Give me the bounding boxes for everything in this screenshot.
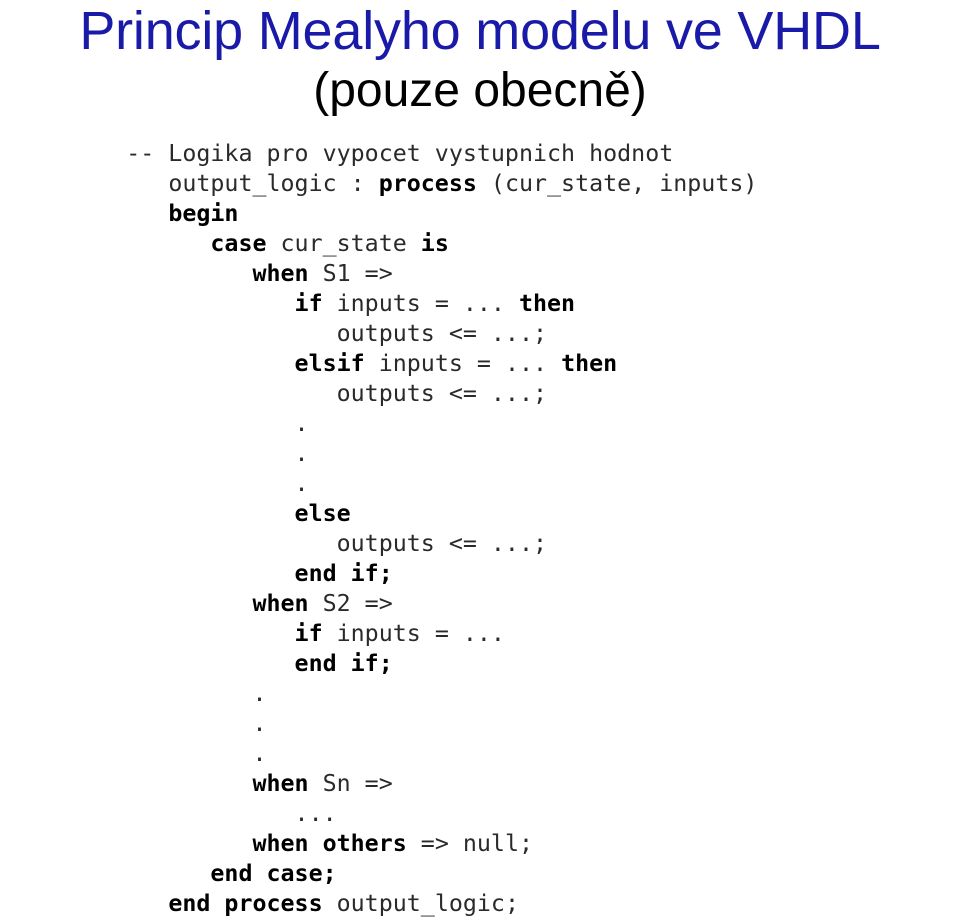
code-keyword: then <box>518 290 576 317</box>
code-line: outputs <= ...; <box>0 319 960 349</box>
code-keyword: end if; <box>294 560 393 587</box>
code-text: . <box>252 740 267 767</box>
code-line: end if; <box>0 559 960 589</box>
code-line: . <box>0 739 960 769</box>
code-text: -- Logika pro vypocet vystupnich hodnot <box>126 140 674 167</box>
code-keyword: when <box>252 590 309 617</box>
code-keyword: is <box>420 230 449 257</box>
code-keyword: when <box>252 770 309 797</box>
code-text: inputs = ... <box>322 620 505 647</box>
code-line: . <box>0 409 960 439</box>
code-text: . <box>252 680 267 707</box>
code-keyword: if <box>294 620 323 647</box>
slide-canvas: Princip Mealyho modelu ve VHDL (pouze ob… <box>0 0 960 917</box>
page-title: Princip Mealyho modelu ve VHDL <box>79 1 881 61</box>
code-line: when others => null; <box>0 829 960 859</box>
code-line: if inputs = ... <box>0 619 960 649</box>
code-line: outputs <= ...; <box>0 379 960 409</box>
code-text: ... <box>294 800 337 827</box>
title-block: Princip Mealyho modelu ve VHDL (pouze ob… <box>0 0 960 120</box>
code-keyword: end process <box>168 890 323 917</box>
code-line: . <box>0 679 960 709</box>
code-keyword: end if; <box>294 650 393 677</box>
code-text: output_logic : <box>168 170 379 197</box>
code-text: (cur_state, inputs) <box>476 170 758 197</box>
code-line: elsif inputs = ... then <box>0 349 960 379</box>
code-keyword: begin <box>168 200 239 227</box>
code-keyword: process <box>378 170 477 197</box>
code-text: S1 => <box>308 260 393 287</box>
code-text: . <box>252 710 267 737</box>
code-text: S2 => <box>308 590 393 617</box>
code-keyword: when <box>252 260 309 287</box>
code-line: . <box>0 469 960 499</box>
code-line: end if; <box>0 649 960 679</box>
code-text: output_logic; <box>322 890 519 917</box>
code-text: inputs = ... <box>322 290 519 317</box>
code-text: outputs <= ...; <box>336 530 548 557</box>
code-line: . <box>0 709 960 739</box>
code-text: . <box>294 470 309 497</box>
code-keyword: elsif <box>294 350 365 377</box>
code-text: => null; <box>406 830 533 857</box>
code-text: . <box>294 410 309 437</box>
code-keyword: when others <box>252 830 407 857</box>
code-line: . <box>0 439 960 469</box>
code-line: else <box>0 499 960 529</box>
code-keyword: then <box>561 350 618 377</box>
code-keyword: if <box>294 290 323 317</box>
code-text: cur_state <box>266 230 421 257</box>
code-text: inputs = ... <box>364 350 562 377</box>
code-keyword: case <box>210 230 267 257</box>
code-line: begin <box>0 199 960 229</box>
code-keyword: end case; <box>210 860 337 887</box>
code-text: outputs <= ...; <box>336 380 548 407</box>
code-keyword: else <box>294 500 351 527</box>
code-line: ... <box>0 799 960 829</box>
code-text: . <box>294 440 309 467</box>
code-text: Sn => <box>308 770 393 797</box>
code-line: end case; <box>0 859 960 889</box>
code-line: -- Logika pro vypocet vystupnich hodnot <box>0 139 960 169</box>
code-line: output_logic : process (cur_state, input… <box>0 169 960 199</box>
code-line: when S2 => <box>0 589 960 619</box>
code-text: outputs <= ...; <box>336 320 548 347</box>
page-subtitle: (pouze obecně) <box>313 64 647 117</box>
code-line: when S1 => <box>0 259 960 289</box>
code-line: if inputs = ... then <box>0 289 960 319</box>
code-line: outputs <= ...; <box>0 529 960 559</box>
code-line: case cur_state is <box>0 229 960 259</box>
vhdl-code-block: -- Logika pro vypocet vystupnich hodnot … <box>0 139 960 919</box>
code-line: when Sn => <box>0 769 960 799</box>
